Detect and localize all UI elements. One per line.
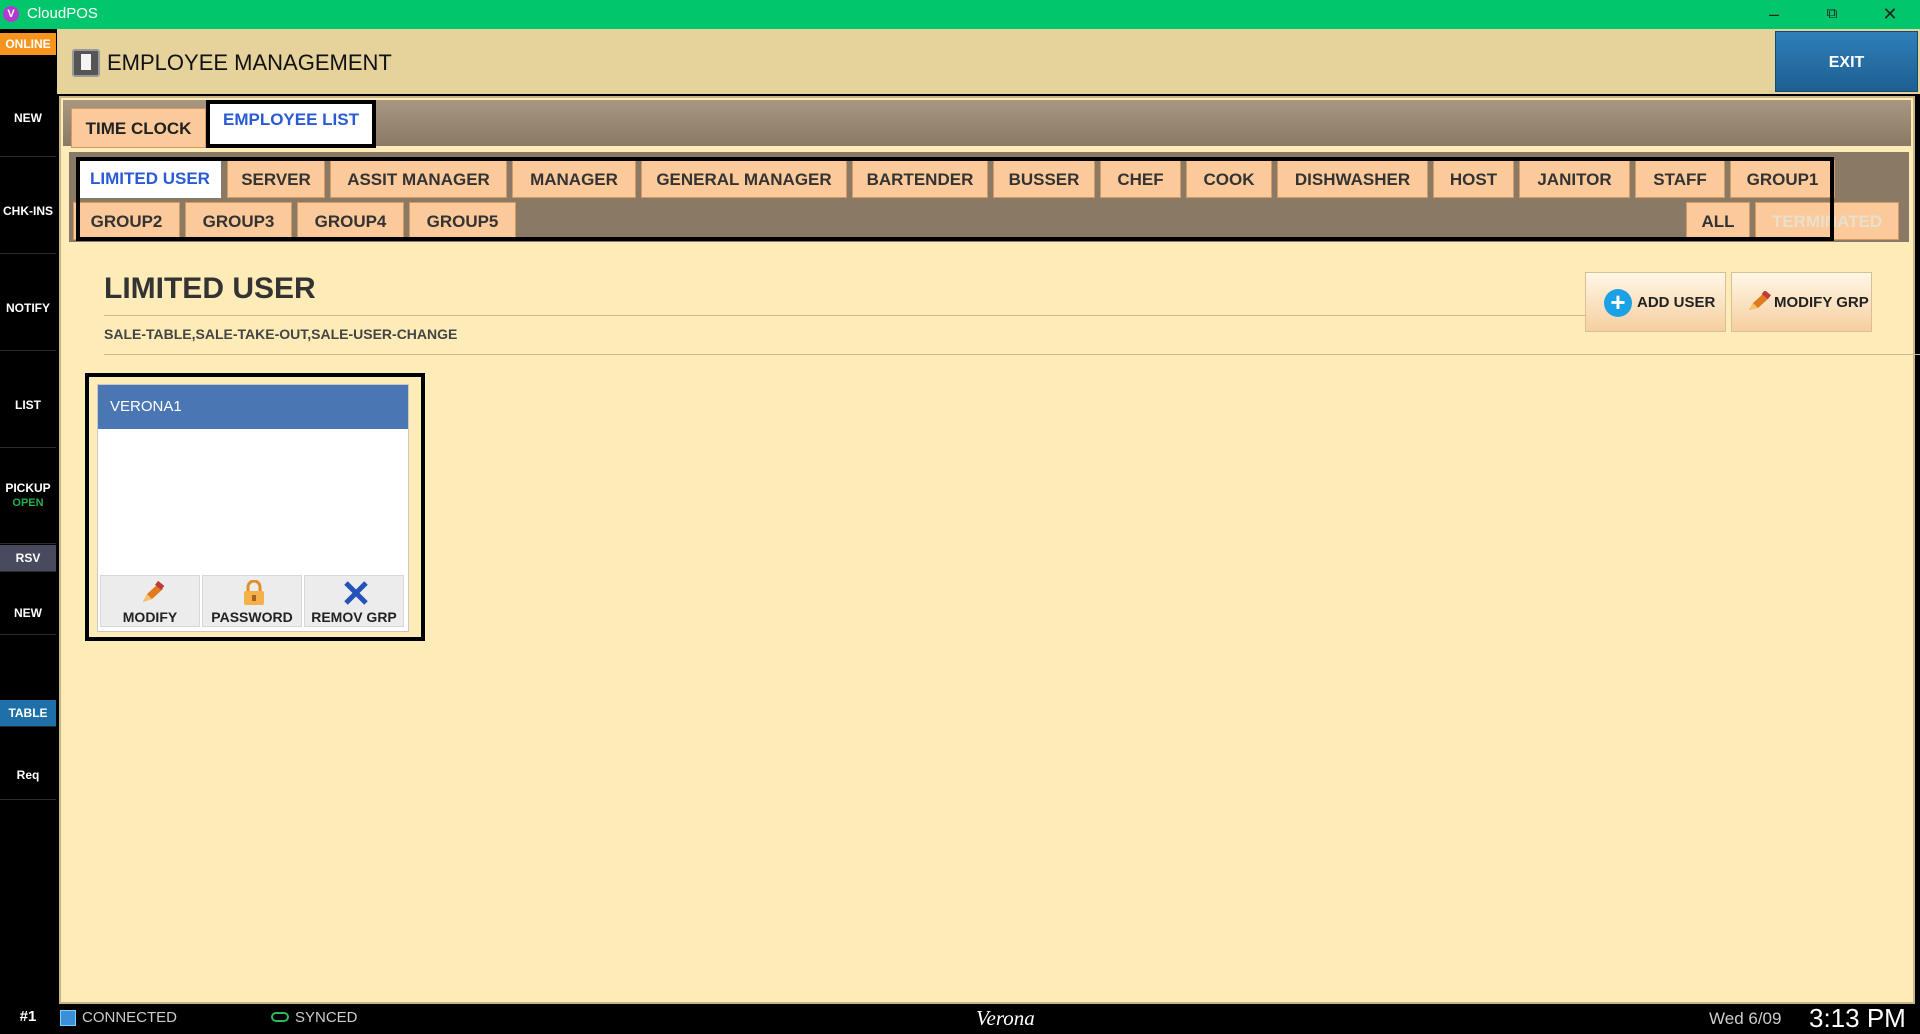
- group-tab-host[interactable]: HOST: [1433, 160, 1514, 198]
- modify-grp-label: MODIFY GRP: [1774, 294, 1869, 311]
- window-titlebar: V CloudPOS – ⧉ ✕: [0, 0, 1920, 29]
- group-tab-group1[interactable]: GROUP1: [1730, 160, 1835, 198]
- password-label: PASSWORD: [211, 609, 293, 625]
- group-tab-dishwasher[interactable]: DISHWASHER: [1277, 160, 1428, 198]
- remove-group-label: REMOV GRP: [311, 609, 397, 625]
- employee-name: VERONA1: [98, 385, 408, 429]
- group-tab-group2[interactable]: GROUP2: [73, 202, 180, 240]
- main-panel: TIME CLOCK EMPLOYEE LIST LIMITED USER SE…: [59, 96, 1920, 1004]
- group-tab-general-manager[interactable]: GENERAL MANAGER: [641, 160, 847, 198]
- plus-icon: +: [1604, 289, 1632, 317]
- group-tab-terminated[interactable]: TERMINATED: [1755, 202, 1899, 240]
- modify-label: MODIFY: [122, 609, 178, 625]
- group-tab-janitor[interactable]: JANITOR: [1519, 160, 1630, 198]
- group-title: LIMITED USER: [104, 272, 316, 305]
- page-title: EMPLOYEE MANAGEMENT: [107, 50, 392, 75]
- station-number: #1: [19, 1008, 37, 1025]
- group-tab-manager[interactable]: MANAGER: [512, 160, 636, 198]
- add-user-button[interactable]: + ADD USER: [1585, 272, 1726, 332]
- cloud-icon: [271, 1012, 289, 1022]
- status-time: 3:13 PM: [1809, 1003, 1906, 1033]
- restore-icon[interactable]: ⧉: [1803, 0, 1861, 29]
- rsv-new-button[interactable]: NEW: [0, 572, 56, 635]
- group-tab-all[interactable]: ALL: [1686, 202, 1750, 240]
- sidebar-list-button[interactable]: LIST: [0, 351, 56, 448]
- group-tab-busser[interactable]: BUSSER: [993, 160, 1095, 198]
- employee-card[interactable]: VERONA1 MODIFY PASSWORD REMOV GRP: [97, 384, 409, 632]
- status-bar: #1 CONNECTED SYNCED Verona Wed 6/09 3:13…: [0, 1003, 1920, 1033]
- employee-icon: [72, 49, 100, 77]
- network-icon: [60, 1010, 76, 1026]
- window-title: CloudPOS: [27, 5, 98, 22]
- group-tab-server[interactable]: SERVER: [227, 160, 325, 198]
- status-date: Wed 6/09: [1709, 1009, 1782, 1028]
- group-tab-group3[interactable]: GROUP3: [185, 202, 292, 240]
- group-tab-limited-user[interactable]: LIMITED USER: [79, 160, 221, 198]
- brand-name: Verona: [976, 1006, 1035, 1030]
- sidebar-pickup-button[interactable]: PICKUP OPEN: [0, 448, 56, 544]
- connection-status: CONNECTED: [82, 1009, 178, 1026]
- rsv-section-header: RSV: [0, 545, 56, 572]
- group-tab-bartender[interactable]: BARTENDER: [852, 160, 988, 198]
- modify-grp-button[interactable]: MODIFY GRP: [1731, 272, 1872, 332]
- password-button[interactable]: PASSWORD: [202, 575, 302, 627]
- add-user-label: ADD USER: [1637, 294, 1716, 311]
- app-icon: V: [3, 6, 19, 22]
- group-tab-staff[interactable]: STAFF: [1635, 160, 1725, 198]
- group-tab-group4[interactable]: GROUP4: [297, 202, 404, 240]
- sidebar-notify-button[interactable]: NOTIFY: [0, 254, 56, 351]
- sync-status: SYNCED: [295, 1009, 358, 1026]
- remove-x-icon: [344, 581, 368, 605]
- sidebar: ONLINE NEW CHK-INS NOTIFY LIST PICKUP OP…: [0, 29, 56, 1004]
- group-permissions: SALE-TABLE,SALE-TAKE-OUT,SALE-USER-CHANG…: [104, 326, 458, 342]
- online-badge: ONLINE: [0, 33, 56, 55]
- page-header: EMPLOYEE MANAGEMENT: [57, 29, 1920, 94]
- minimize-icon[interactable]: –: [1745, 0, 1803, 29]
- remove-group-button[interactable]: REMOV GRP: [304, 575, 404, 627]
- group-tab-assit-manager[interactable]: ASSIT MANAGER: [330, 160, 507, 198]
- pickup-status: OPEN: [12, 497, 44, 509]
- sidebar-checkins-button[interactable]: CHK-INS: [0, 157, 56, 254]
- pencil-icon: [1749, 291, 1771, 310]
- pencil-icon: [143, 580, 165, 602]
- tab-time-clock[interactable]: TIME CLOCK: [71, 108, 206, 148]
- section-divider: [104, 354, 1920, 355]
- req-button[interactable]: Req: [0, 727, 56, 800]
- group-tab-chef[interactable]: CHEF: [1100, 160, 1181, 198]
- pickup-label: PICKUP: [5, 481, 51, 495]
- table-section-header: TABLE: [0, 700, 56, 727]
- group-tab-cook[interactable]: COOK: [1186, 160, 1272, 198]
- modify-button[interactable]: MODIFY: [100, 575, 200, 627]
- title-divider: [104, 315, 1624, 316]
- exit-button[interactable]: EXIT: [1775, 31, 1918, 92]
- group-tab-group5[interactable]: GROUP5: [409, 202, 516, 240]
- sidebar-new-button[interactable]: NEW: [0, 59, 56, 157]
- tab-employee-list[interactable]: EMPLOYEE LIST: [206, 100, 376, 148]
- close-icon[interactable]: ✕: [1861, 0, 1919, 29]
- lock-icon: [244, 580, 264, 605]
